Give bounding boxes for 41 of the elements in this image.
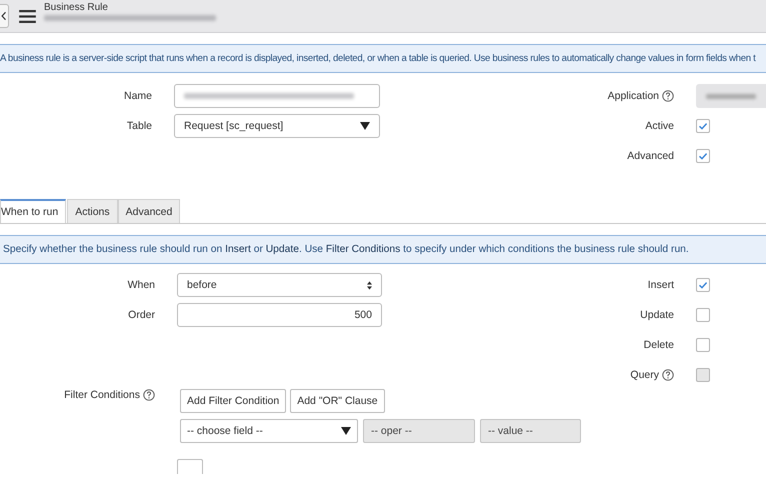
checkbox[interactable] — [696, 338, 710, 352]
field-label: Filter Conditions — [64, 389, 140, 401]
field-label: Advanced — [627, 150, 674, 162]
caret-icon — [360, 122, 370, 130]
back-button[interactable] — [0, 4, 9, 28]
value-field[interactable]: -- value -- — [480, 419, 581, 443]
tab[interactable]: When to run — [0, 199, 66, 223]
select-field[interactable]: Request [sc_request] — [174, 114, 380, 138]
field-label: Name — [122, 90, 152, 102]
filter-button[interactable]: Add "OR" Clause — [290, 389, 385, 413]
select-field[interactable]: before — [177, 273, 382, 297]
menu-icon[interactable] — [19, 10, 36, 22]
field-label: Active — [645, 120, 674, 132]
header-title: Business Rule — [44, 3, 109, 13]
help-icon[interactable] — [662, 90, 674, 102]
filter-button[interactable]: Add Filter Condition — [180, 389, 286, 413]
checkbox-label: Delete — [644, 339, 674, 351]
info-banner-text: Specify whether the business rule should run on Insert or Update. Use Filter Conditions to specify under which conditions the business rule should run. — [3, 244, 689, 255]
up-down-arrows-icon — [367, 280, 372, 290]
operator-select[interactable]: -- oper -- — [363, 419, 475, 443]
number-field[interactable]: 500 — [177, 303, 382, 327]
text-field[interactable] — [174, 84, 380, 108]
checkbox[interactable] — [696, 119, 710, 133]
checkbox-label: Insert — [648, 279, 674, 291]
field-select[interactable]: -- choose field -- — [180, 419, 358, 443]
field-label: Application — [608, 90, 659, 102]
checkbox-label: Query — [630, 369, 659, 381]
chevron-left-icon — [1, 11, 7, 21]
field-label: When — [126, 279, 155, 291]
checkbox-label: Update — [640, 309, 674, 321]
blurred-text — [706, 94, 756, 98]
field-label: Order — [127, 309, 155, 321]
caret-icon — [341, 427, 351, 435]
checkbox[interactable] — [696, 278, 710, 292]
checkbox[interactable] — [696, 308, 710, 322]
info-banner-text: A business rule is a server-side script that runs when a record is displayed, inserted, deleted, or when a table is queried. Use business rules to automatically change values in form fields when t — [0, 53, 756, 64]
help-icon[interactable] — [143, 389, 155, 401]
field-label: Table — [126, 120, 152, 132]
checkbox[interactable] — [696, 149, 710, 163]
tab[interactable]: Advanced — [118, 199, 180, 223]
tab[interactable]: Actions — [67, 199, 118, 223]
